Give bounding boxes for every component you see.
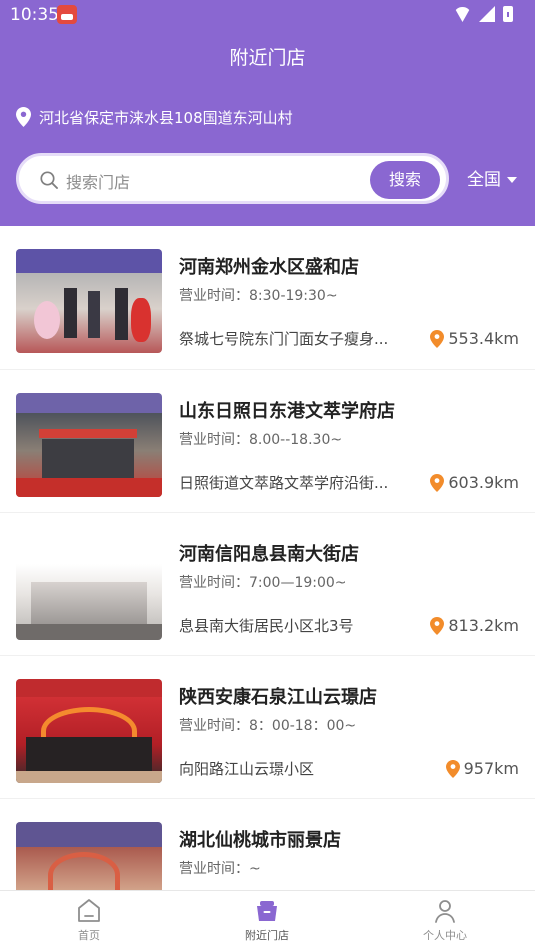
search-placeholder: 搜索门店 (66, 173, 131, 192)
distance-value: 957km (463, 759, 519, 778)
home-icon (78, 899, 100, 922)
store-hours: 营业时间：~ (179, 861, 261, 877)
store-distance: 603.9km (430, 473, 519, 492)
signal-icon (479, 6, 495, 22)
distance-value: 813.2km (448, 616, 519, 635)
battery-icon (503, 6, 513, 22)
location-pin-icon (430, 329, 445, 348)
tab-home[interactable]: 首页 (0, 891, 178, 950)
chevron-down-icon (507, 177, 517, 183)
store-distance: 553.4km (430, 329, 519, 348)
store-image (16, 249, 162, 353)
store-hours: 营业时间：8.00--18.30~ (179, 432, 343, 448)
location-pin-icon (445, 759, 460, 778)
status-time: 10:35 (10, 5, 59, 25)
wifi-icon (454, 7, 471, 22)
store-hours: 营业时间：7:00—19:00~ (179, 575, 347, 591)
store-address: 祭城七号院东门门面女子瘦身... (179, 330, 389, 348)
store-card[interactable]: 山东日照日东港文萃学府店 营业时间：8.00--18.30~ 日照街道文萃路文萃… (0, 369, 535, 512)
store-address: 日照街道文萃路文萃学府沿街... (179, 474, 389, 492)
store-distance: 957km (445, 759, 519, 778)
header: 10:35 附近门店 河北省保定市涞水县108国道东河山村 搜索门店 搜索 全国 (0, 0, 535, 226)
store-name: 河南郑州金水区盛和店 (179, 257, 359, 278)
distance-value: 603.9km (448, 473, 519, 492)
current-location[interactable]: 河北省保定市涞水县108国道东河山村 (16, 105, 293, 129)
store-name: 湖北仙桃城市丽景店 (179, 830, 341, 851)
status-icons (454, 6, 513, 22)
store-distance: 813.2km (430, 616, 519, 635)
store-image (16, 822, 162, 890)
location-pin-icon (16, 107, 31, 127)
region-label: 全国 (467, 170, 501, 190)
search-bar: 搜索门店 搜索 全国 (16, 153, 521, 204)
tab-nearby-stores[interactable]: 附近门店 (178, 891, 356, 950)
location-pin-icon (430, 473, 445, 492)
store-list: 河南郑州金水区盛和店 营业时间：8:30-19:30~ 祭城七号院东门门面女子瘦… (0, 226, 535, 890)
store-hours: 营业时间：8:30-19:30~ (179, 288, 338, 304)
store-card[interactable]: 河南信阳息县南大街店 营业时间：7:00—19:00~ 息县南大街居民小区北3号… (0, 512, 535, 655)
search-icon (40, 171, 58, 189)
bottom-tab-bar: 首页 附近门店 个人中心 (0, 890, 535, 950)
store-card[interactable]: 河南郑州金水区盛和店 营业时间：8:30-19:30~ 祭城七号院东门门面女子瘦… (0, 226, 535, 369)
store-name: 陕西安康石泉江山云璟店 (179, 687, 377, 708)
store-image (16, 393, 162, 497)
store-name: 河南信阳息县南大街店 (179, 544, 359, 565)
store-name: 山东日照日东港文萃学府店 (179, 401, 395, 422)
user-icon (435, 900, 455, 923)
distance-value: 553.4km (448, 329, 519, 348)
store-hours: 营业时间：8：00-18：00~ (179, 718, 357, 734)
store-address: 向阳路江山云璟小区 (179, 760, 315, 778)
tab-profile-label: 个人中心 (423, 929, 467, 942)
location-pin-icon (430, 616, 445, 635)
page-title: 附近门店 (229, 47, 306, 69)
tab-profile[interactable]: 个人中心 (356, 891, 534, 950)
store-address: 息县南大街居民小区北3号 (179, 617, 354, 635)
status-bar: 10:35 (0, 0, 535, 30)
location-text: 河北省保定市涞水县108国道东河山村 (39, 108, 293, 127)
page: { "status": { "time": "10:35", "wifi_ico… (0, 0, 535, 950)
tab-nearby-stores-label: 附近门店 (245, 929, 289, 942)
store-image (16, 679, 162, 783)
region-selector[interactable]: 全国 (467, 165, 517, 190)
store-card[interactable]: 湖北仙桃城市丽景店 营业时间：~ (0, 798, 535, 890)
tab-home-label: 首页 (78, 929, 100, 942)
search-button[interactable]: 搜索 (370, 161, 440, 199)
store-image (16, 536, 162, 640)
store-icon (257, 901, 277, 921)
search-input[interactable]: 搜索门店 搜索 (16, 153, 449, 204)
store-card[interactable]: 陕西安康石泉江山云璟店 营业时间：8：00-18：00~ 向阳路江山云璟小区 9… (0, 655, 535, 798)
app-notification-icon (57, 5, 77, 24)
